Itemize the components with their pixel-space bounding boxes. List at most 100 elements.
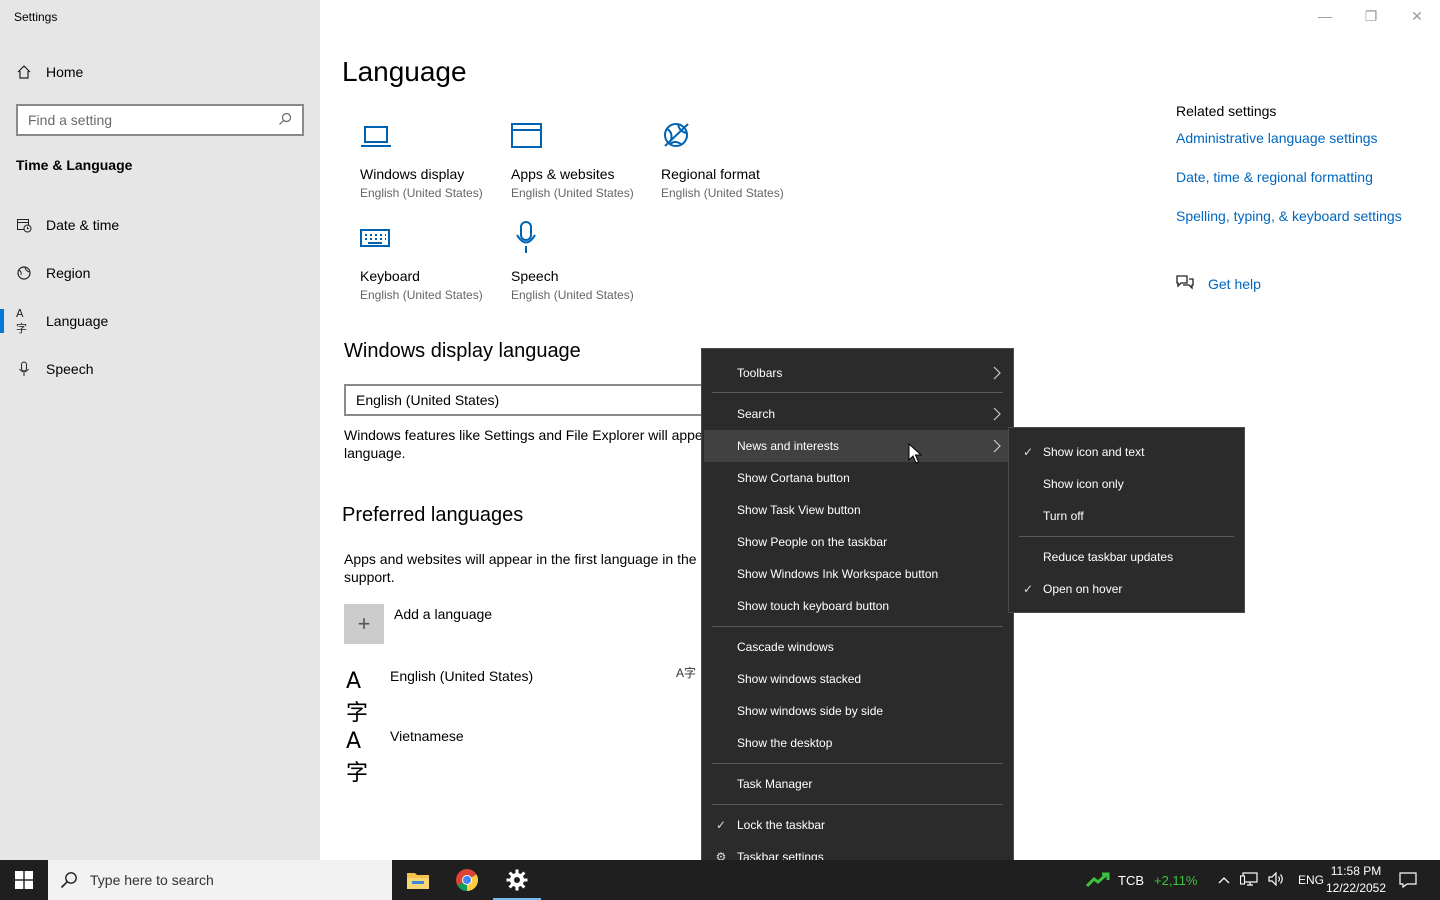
minimize-icon: — [1318,8,1332,24]
menu-item-label: Show windows stacked [737,672,862,686]
menu-item-news-interests[interactable]: News and interests [704,430,1011,462]
checkmark-icon: ✓ [1022,582,1034,596]
language-item-english[interactable]: A字 English (United States) [346,666,533,726]
file-explorer-button[interactable] [394,860,442,900]
menu-item-label: Show touch keyboard button [737,599,890,613]
submenu-item-label: Show icon only [1043,477,1124,491]
menu-item-lock-taskbar[interactable]: ✓ Lock the taskbar [704,809,1011,841]
chevron-right-icon [993,439,1001,453]
search-icon [278,112,292,129]
notification-icon [1399,872,1417,888]
language-icon: A字 [346,729,369,786]
taskbar-clock[interactable]: 11:58 PM 12/22/2052 [1316,863,1396,897]
menu-item-toolbars[interactable]: Toolbars [704,357,1011,389]
menu-separator [712,804,1003,805]
sidebar-item-label: Language [46,313,109,329]
submenu-item-reduce-updates[interactable]: Reduce taskbar updates [1011,541,1242,573]
display-language-description: Windows features like Settings and File … [344,426,711,462]
plus-icon: + [344,604,384,644]
display-language-select[interactable]: English (United States) [344,384,724,416]
tile-windows-display[interactable]: Windows display English (United States) [360,116,500,200]
sidebar-item-label: Speech [46,361,94,377]
action-center-button[interactable] [1396,860,1420,900]
language-icon: A字 [346,669,369,726]
menu-item-show-people[interactable]: Show People on the taskbar [704,526,1011,558]
get-help-link[interactable]: Get help [1176,274,1261,293]
date-time-icon [16,217,32,233]
minimize-button[interactable]: — [1302,0,1348,32]
network-icon[interactable] [1239,871,1258,889]
restore-icon: ❐ [1364,7,1378,24]
microphone-icon [511,218,651,258]
chevron-right-icon [993,366,1001,380]
tile-subtitle: English (United States) [360,186,483,200]
tile-name: Speech [511,268,559,284]
tile-name: Keyboard [360,268,420,284]
link-administrative-language[interactable]: Administrative language settings [1176,130,1378,146]
sidebar: Settings Home Find a setting Time & Lang… [0,0,320,860]
submenu-item-label: Turn off [1043,509,1084,523]
stock-change: +2,11% [1154,872,1198,888]
taskbar-search-input[interactable]: Type here to search [48,860,392,900]
news-widget[interactable]: TCB +2,11% [1086,860,1198,900]
menu-item-windows-side-by-side[interactable]: Show windows side by side [704,695,1011,727]
sidebar-item-language[interactable]: A字 Language [0,301,320,341]
menu-item-label: Show Windows Ink Workspace button [737,567,939,581]
stock-symbol: TCB [1118,872,1144,888]
sidebar-item-date-time[interactable]: Date & time [0,205,320,245]
restore-button[interactable]: ❐ [1348,0,1394,32]
tile-subtitle: English (United States) [511,186,634,200]
language-name: Vietnamese [390,728,464,744]
system-tray: ENG [1218,860,1324,900]
add-language-button[interactable]: + Add a language [344,604,492,644]
volume-icon[interactable] [1268,871,1284,889]
folder-icon [407,873,429,889]
submenu-item-show-icon-text[interactable]: ✓ Show icon and text [1011,436,1242,468]
tile-keyboard[interactable]: Keyboard English (United States) [360,218,500,302]
tile-speech[interactable]: Speech English (United States) [511,218,651,302]
laptop-icon [360,116,500,156]
menu-item-show-cortana[interactable]: Show Cortana button [704,462,1011,494]
menu-item-task-manager[interactable]: Task Manager [704,768,1011,800]
submenu-item-label: Reduce taskbar updates [1043,550,1174,564]
submenu-item-turn-off[interactable]: Turn off [1011,500,1242,532]
menu-item-label: Lock the taskbar [737,818,826,832]
link-spelling-typing-keyboard[interactable]: Spelling, typing, & keyboard settings [1176,208,1402,224]
menu-item-show-ink-workspace[interactable]: Show Windows Ink Workspace button [704,558,1011,590]
menu-item-show-touch-keyboard[interactable]: Show touch keyboard button [704,590,1011,622]
taskbar: Type here to search TCB +2,11% ENG 11:58… [0,860,1440,900]
settings-app-button[interactable] [493,860,541,900]
description-line: Apps and websites will appear in the fir… [344,551,697,567]
start-button[interactable] [0,860,48,900]
submenu-item-open-on-hover[interactable]: ✓ Open on hover [1011,573,1242,605]
menu-item-cascade-windows[interactable]: Cascade windows [704,631,1011,663]
menu-item-show-desktop[interactable]: Show the desktop [704,727,1011,759]
tile-apps-websites[interactable]: Apps & websites English (United States) [511,116,651,200]
submenu-item-label: Open on hover [1043,582,1123,596]
home-link[interactable]: Home [16,64,83,80]
menu-item-show-task-view[interactable]: Show Task View button [704,494,1011,526]
app-title: Settings [14,10,58,24]
submenu-item-show-icon-only[interactable]: Show icon only [1011,468,1242,500]
language-item-vietnamese[interactable]: A字 Vietnamese [346,726,464,786]
chat-help-icon [1176,274,1194,293]
globe-icon [661,116,801,156]
chevron-up-icon[interactable] [1218,873,1230,887]
tile-subtitle: English (United States) [661,186,784,200]
taskbar-context-menu: Toolbars Search News and interests Show … [701,348,1014,882]
link-date-time-regional[interactable]: Date, time & regional formatting [1176,169,1373,185]
menu-item-windows-stacked[interactable]: Show windows stacked [704,663,1011,695]
sidebar-item-speech[interactable]: Speech [0,349,320,389]
tile-regional-format[interactable]: Regional format English (United States) [661,116,801,200]
menu-item-search[interactable]: Search [704,398,1011,430]
display-language-heading: Windows display language [344,340,581,362]
menu-item-label: Show Cortana button [737,471,850,485]
news-interests-submenu: ✓ Show icon and text Show icon only Turn… [1008,427,1245,613]
close-button[interactable]: ✕ [1394,0,1440,32]
home-icon [16,64,32,80]
taskbar-search-placeholder: Type here to search [90,872,214,888]
submenu-item-label: Show icon and text [1043,445,1145,459]
settings-search-input[interactable]: Find a setting [16,104,304,136]
chrome-button[interactable] [443,860,491,900]
sidebar-item-region[interactable]: Region [0,253,320,293]
